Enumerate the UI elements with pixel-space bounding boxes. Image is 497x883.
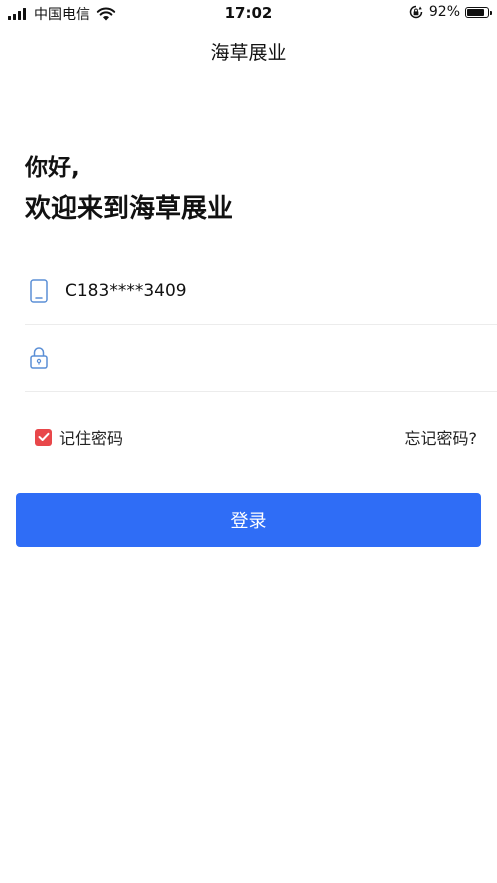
remember-password-toggle[interactable]: 记住密码 <box>35 425 123 449</box>
status-right: 92% <box>409 4 492 20</box>
battery-fill <box>467 8 485 16</box>
battery-percent: 92% <box>428 4 460 20</box>
battery-icon <box>465 6 492 18</box>
login-button[interactable]: 登录 <box>16 493 481 547</box>
status-bar: 中国电信 17:02 92% <box>0 0 497 26</box>
lock-icon <box>30 347 48 369</box>
check-icon <box>38 432 49 441</box>
password-input[interactable] <box>65 348 445 368</box>
orientation-lock-icon <box>409 5 423 19</box>
greeting-hello: 你好, <box>25 155 80 181</box>
remember-checkbox[interactable] <box>35 428 52 446</box>
greeting-welcome: 欢迎来到海草展业 <box>25 194 234 224</box>
phone-input[interactable] <box>65 281 445 301</box>
phone-field-row <box>25 258 497 325</box>
password-field-row <box>25 325 497 392</box>
forgot-password-link[interactable]: 忘记密码? <box>405 425 478 449</box>
phone-icon <box>30 279 48 303</box>
nav-title: 海草展业 <box>210 42 287 64</box>
remember-password-label: 记住密码 <box>59 429 124 448</box>
